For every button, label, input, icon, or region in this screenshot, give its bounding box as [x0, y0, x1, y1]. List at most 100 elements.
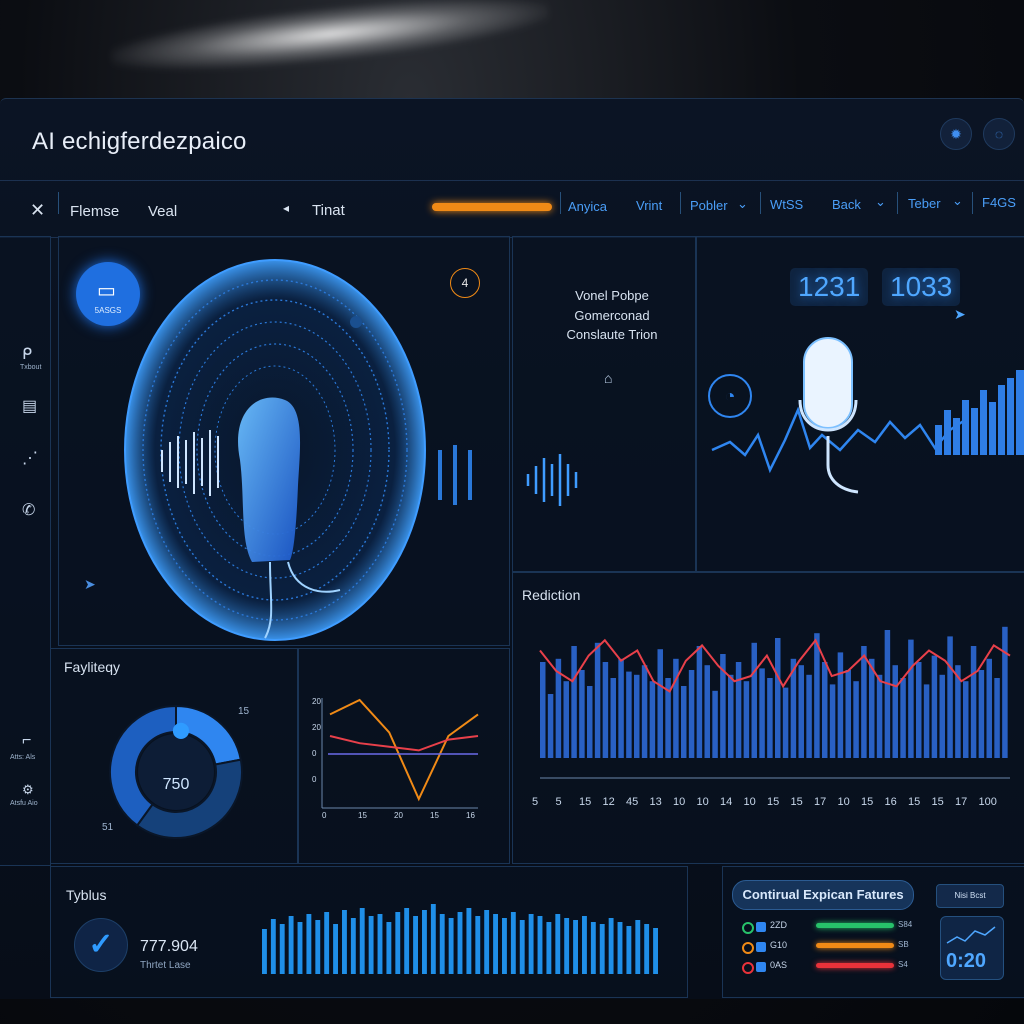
tyblus-bar [386, 922, 392, 974]
feature-code: 2ZD [770, 920, 788, 930]
tyblus-bar [377, 914, 383, 974]
tyblus-bar [599, 924, 605, 974]
reduction-bar [618, 658, 624, 758]
tyblus-bar [466, 908, 472, 974]
sidebar-label: Atts: Als [10, 754, 36, 761]
frame-icon[interactable]: ⌐ [22, 732, 31, 750]
chevron-left-icon[interactable]: ◂ [283, 201, 289, 215]
tyblus-bar [413, 916, 418, 974]
reduction-bar [610, 678, 616, 758]
reduction-bar [735, 662, 742, 758]
reduction-bar [626, 671, 632, 758]
reduction-x-axis: 5 5 15 12 45 13 10 10 14 10 15 15 17 10 15 16 15 15 17 100 [532, 796, 1002, 812]
chevron-down-icon[interactable]: ⌄ [952, 193, 963, 209]
tyblus-bar [350, 918, 356, 974]
phone-icon[interactable]: ✆ [22, 500, 35, 520]
feature-square [756, 942, 766, 952]
reduction-bar [673, 658, 679, 758]
metric-value-1: 1231 [790, 268, 869, 306]
divider [760, 192, 761, 214]
tyblus-bar [564, 918, 570, 974]
reduction-bar [743, 681, 750, 758]
home-icon[interactable]: ⌂ [604, 370, 612, 386]
x-tick-label: 13 [649, 796, 662, 808]
feature-square [756, 922, 766, 932]
checkmark-icon[interactable]: ✓ [74, 918, 128, 972]
x-tick-label: 15 [579, 796, 592, 808]
document-icon[interactable]: ▤ [22, 396, 37, 416]
x-tick-label: 14 [720, 796, 733, 808]
reduction-bar [594, 642, 601, 758]
donut-hole [138, 734, 214, 810]
feature-value: S4 [898, 960, 908, 969]
nav-item-flemse[interactable]: Flemse [70, 203, 119, 220]
x-tick-label: 15 [931, 796, 944, 808]
y-tick-label: 0 [312, 775, 317, 784]
tyblus-bar [537, 916, 543, 974]
reduction-bar [712, 690, 718, 758]
x-tick-label: 16 [466, 811, 475, 820]
tyblus-bar [262, 929, 267, 974]
reduction-bar [869, 658, 875, 758]
tyblus-bar [368, 916, 374, 974]
nav-link-pobler[interactable]: Pobler [690, 198, 728, 213]
reduction-bar [884, 630, 891, 758]
reduction-bar [767, 678, 773, 758]
parking-icon[interactable]: ᑭ [22, 344, 32, 364]
nav-link-teber[interactable]: Teber [908, 196, 941, 211]
chevron-down-icon[interactable]: ⌄ [737, 196, 748, 212]
tyblus-subtitle: Thrtet Lase [140, 960, 191, 971]
network-icon[interactable]: ⋰ [22, 448, 38, 468]
x-tick-label: 15 [358, 811, 367, 820]
reduction-bar [861, 646, 867, 758]
progress-bar [432, 203, 552, 211]
reduction-bar [634, 674, 640, 758]
tyblus-bar [270, 919, 276, 974]
nav-item-tinat[interactable]: Tinat [312, 202, 345, 219]
sidebar-label: Atsfu Aio [10, 800, 38, 807]
nav-link-vrint[interactable]: Vrint [636, 198, 662, 213]
fayli-title: Fayliteqy [64, 659, 121, 675]
reduction-bar [822, 662, 828, 758]
tyblus-bar [635, 920, 641, 974]
tyblus-bar [493, 914, 498, 974]
nav-link-wtss[interactable]: WtSS [770, 197, 803, 212]
x-tick-label: 15 [861, 796, 874, 808]
reduction-bar [641, 665, 648, 758]
chevron-down-icon[interactable]: ⌄ [875, 194, 886, 210]
tyblus-bar [279, 924, 285, 974]
nav-item-veal[interactable]: Veal [148, 203, 177, 220]
tyblus-bar [315, 920, 321, 974]
gear-small-icon[interactable]: ⚙ [22, 782, 34, 798]
tyblus-bar [324, 912, 330, 974]
chat-icon[interactable]: ◌ [983, 118, 1015, 150]
line-series [329, 735, 479, 752]
x-tick-label: 20 [394, 811, 403, 820]
reduction-bar [931, 655, 938, 758]
features-button[interactable]: Nisi Bcst [936, 884, 1004, 908]
reduction-bar [1002, 626, 1008, 758]
reduction-bar [970, 646, 977, 758]
close-icon[interactable]: ✕ [30, 200, 45, 221]
donut-label-bl: 51 [102, 822, 114, 833]
tyblus-bar [582, 916, 587, 974]
info-line-2: Gomerconad [574, 308, 650, 323]
x-tick-label: 100 [978, 796, 997, 808]
settings-icon[interactable]: ✹ [940, 118, 972, 150]
nav-link-anyica[interactable]: Anyica [568, 199, 607, 214]
reduction-bar [814, 633, 820, 758]
x-tick-label: 15 [767, 796, 780, 808]
divider [897, 192, 898, 214]
tyblus-bar [333, 924, 338, 974]
reduction-bar [916, 662, 922, 758]
feature-bar [816, 923, 894, 928]
tyblus-bar [457, 912, 463, 974]
nav-link-f4gs[interactable]: F4GS [982, 195, 1016, 210]
divider [972, 192, 973, 214]
nav-link-back[interactable]: Back [832, 197, 861, 212]
timer-value: 0:20 [946, 950, 987, 972]
navigate-icon[interactable]: ➤ [84, 576, 96, 593]
x-tick-label: 10 [673, 796, 686, 808]
feature-code: 0AS [770, 960, 788, 970]
reduction-bar [947, 636, 953, 758]
